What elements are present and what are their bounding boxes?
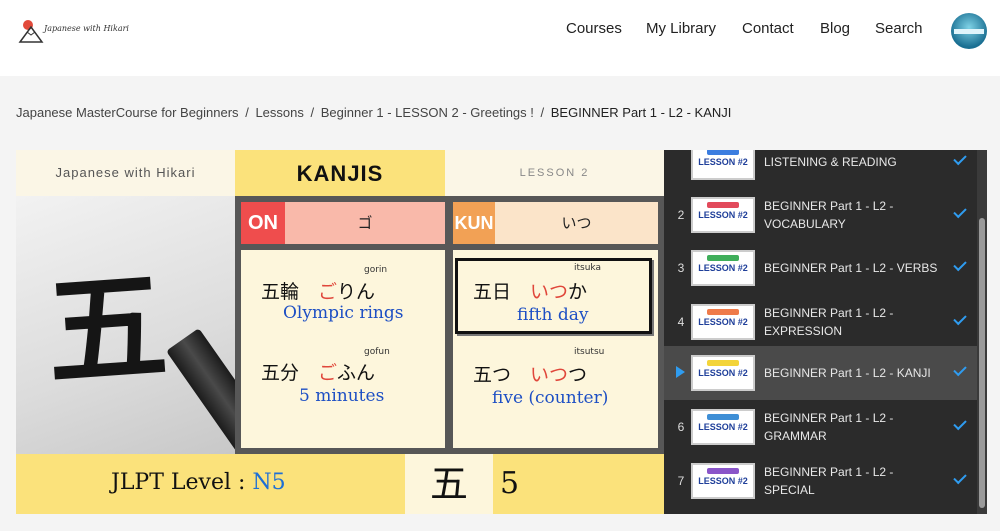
jlpt-label: JLPT Level : N5	[111, 470, 286, 495]
word-meaning: fifth day	[517, 305, 589, 325]
kun-label: KUN	[453, 202, 495, 244]
playlist-item-title: BEGINNER Part 1 - L2 - GRAMMAR	[764, 411, 894, 443]
playlist-item[interactable]: 6 LESSON #2 BEGINNER Part 1 - L2 - GRAMM…	[664, 400, 977, 454]
word-meaning: 5 minutes	[299, 386, 385, 406]
breadcrumb-course[interactable]: Japanese MasterCourse for Beginners	[16, 105, 239, 120]
playlist-item[interactable]: 7 LESSON #2 BEGINNER Part 1 - L2 - SPECI…	[664, 454, 977, 508]
playlist-thumbnail: LESSON #2	[691, 304, 755, 340]
stroke-count: 5	[500, 466, 520, 501]
playlist-thumbnail: LESSON #2	[691, 409, 755, 445]
playlist-item-number: 2	[677, 208, 685, 222]
lesson-playlist: LESSON #2 LISTENING & READING 2 LESSON #…	[664, 150, 987, 514]
video-player[interactable]: Japanese with Hikari KANJIS LESSON 2 五 O…	[16, 150, 664, 514]
user-avatar[interactable]	[951, 13, 987, 49]
brush-pen	[166, 328, 235, 454]
nav-my-library[interactable]: My Library	[646, 20, 716, 37]
nav-blog[interactable]: Blog	[820, 20, 850, 37]
check-icon	[953, 416, 967, 431]
word-example: 五輪 ごりん	[261, 281, 376, 303]
word-romaji: gorin	[364, 265, 388, 275]
breadcrumb-separator: /	[540, 105, 545, 120]
word-meaning: five (counter)	[492, 388, 609, 408]
fuji-logo-icon	[18, 20, 44, 43]
on-reading: ゴ	[285, 202, 445, 244]
now-playing-icon	[676, 366, 685, 378]
playlist-thumbnail: LESSON #2	[691, 355, 755, 391]
video-brand: Japanese with Hikari	[16, 150, 235, 196]
word-example: 五つ いつつ	[473, 364, 588, 386]
check-icon	[953, 362, 967, 377]
playlist-scrollbar-thumb[interactable]	[979, 218, 985, 508]
playlist-item-title: BEGINNER Part 1 - L2 - EXPRESSION	[764, 306, 894, 338]
check-icon	[953, 311, 967, 326]
word-romaji: itsutsu	[574, 347, 605, 357]
breadcrumb-lesson[interactable]: Beginner 1 - LESSON 2 - Greetings !	[321, 105, 534, 120]
playlist-item-title: BEGINNER Part 1 - L2 - VERBS	[764, 261, 938, 275]
breadcrumb-lessons[interactable]: Lessons	[255, 105, 303, 120]
word-meaning: Olympic rings	[283, 303, 404, 323]
playlist-item[interactable]: 4 LESSON #2 BEGINNER Part 1 - L2 - EXPRE…	[664, 295, 977, 349]
playlist-thumbnail: LESSON #2	[691, 463, 755, 499]
check-icon	[953, 470, 967, 485]
check-icon	[953, 257, 967, 272]
playlist-thumbnail: LESSON #2	[691, 250, 755, 286]
playlist-item-number: 7	[677, 474, 685, 488]
nav-search[interactable]: Search	[875, 20, 923, 37]
logo-text: Japanese with Hikari	[44, 24, 129, 33]
playlist-item-title: LISTENING & READING	[764, 155, 897, 169]
playlist-item-title: BEGINNER Part 1 - L2 - VOCABULARY	[764, 199, 894, 231]
playlist-item-number: 4	[677, 315, 685, 329]
kun-reading: いつ	[495, 202, 658, 244]
site-logo[interactable]: Japanese with Hikari	[18, 14, 129, 48]
word-romaji: itsuka	[574, 263, 601, 273]
breadcrumb-separator: /	[245, 105, 249, 120]
playlist-thumbnail: LESSON #2	[691, 197, 755, 233]
jlpt-level: N5	[252, 470, 286, 495]
playlist-item-number: 3	[677, 261, 685, 275]
playlist-item-title: BEGINNER Part 1 - L2 - SPECIAL	[764, 465, 894, 497]
word-example: 五日 いつか	[473, 281, 588, 303]
playlist-item[interactable]: 2 LESSON #2 BEGINNER Part 1 - L2 - VOCAB…	[664, 188, 977, 242]
playlist-item[interactable]: LESSON #2 LISTENING & READING	[664, 150, 977, 189]
playlist-item[interactable]: 3 LESSON #2 BEGINNER Part 1 - L2 - VERBS	[664, 241, 977, 295]
brush-kanji-image: 五	[16, 196, 235, 454]
playlist-item-title: BEGINNER Part 1 - L2 - KANJI	[764, 366, 931, 380]
breadcrumb: Japanese MasterCourse for Beginners / Le…	[16, 105, 731, 120]
site-header: Japanese with Hikari Courses My Library …	[0, 0, 1000, 76]
breadcrumb-separator: /	[310, 105, 315, 120]
playlist-item-current[interactable]: LESSON #2 BEGINNER Part 1 - L2 - KANJI	[664, 346, 977, 400]
playlist-item-number: 6	[677, 420, 685, 434]
breadcrumb-current: BEGINNER Part 1 - L2 - KANJI	[550, 105, 732, 120]
playlist-thumbnail: LESSON #2	[691, 150, 755, 180]
on-label: ON	[241, 202, 285, 244]
video-title: KANJIS	[235, 150, 445, 196]
brush-kanji: 五	[41, 254, 172, 404]
nav-courses[interactable]: Courses	[566, 20, 622, 37]
check-icon	[953, 151, 967, 166]
word-example: 五分 ごふん	[261, 362, 376, 384]
check-icon	[953, 204, 967, 219]
jlpt-kanji: 五	[405, 454, 493, 514]
nav-contact[interactable]: Contact	[742, 20, 794, 37]
word-romaji: gofun	[364, 347, 390, 357]
video-lesson-label: LESSON 2	[445, 150, 664, 196]
